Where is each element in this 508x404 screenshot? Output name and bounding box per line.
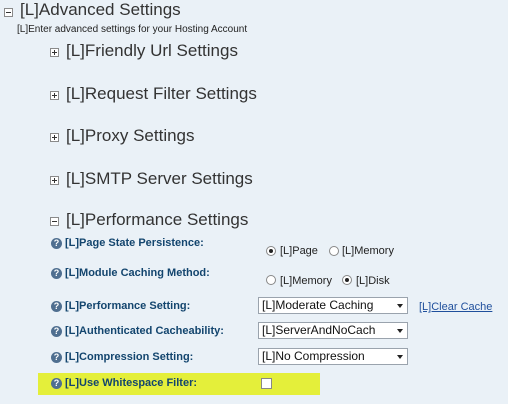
help-icon[interactable]: ? (51, 301, 62, 312)
authenticated-cacheability-select[interactable]: [L]ServerAndNoCach (258, 322, 408, 339)
advanced-settings-subtitle: [L]Enter advanced settings for your Host… (17, 24, 248, 35)
module-caching-disk-label[interactable]: [L]Disk (356, 275, 390, 287)
clear-cache-link[interactable]: [L]Clear Cache (419, 301, 492, 313)
performance-collapse-icon[interactable] (50, 217, 59, 226)
page-state-label: [L]Page State Persistence: (65, 237, 204, 249)
performance-setting-label: [L]Performance Setting: (65, 300, 191, 312)
compression-value: [L]No Compression (262, 349, 365, 363)
whitespace-filter-checkbox[interactable] (261, 378, 272, 389)
module-caching-memory-label[interactable]: [L]Memory (280, 275, 332, 287)
whitespace-filter-label: [L]Use Whitespace Filter: (65, 377, 198, 389)
proxy-expand-icon[interactable] (50, 133, 59, 142)
request-filter-expand-icon[interactable] (50, 91, 59, 100)
page-state-memory-label[interactable]: [L]Memory (342, 245, 394, 257)
help-icon[interactable]: ? (51, 326, 62, 337)
module-caching-label: [L]Module Caching Method: (65, 267, 210, 279)
help-icon[interactable]: ? (51, 378, 62, 389)
page-state-page-radio[interactable] (266, 246, 276, 256)
section-smtp[interactable]: [L]SMTP Server Settings (66, 169, 253, 189)
section-proxy[interactable]: [L]Proxy Settings (66, 126, 195, 146)
friendly-url-expand-icon[interactable] (50, 48, 59, 57)
section-performance[interactable]: [L]Performance Settings (66, 210, 248, 230)
compression-select[interactable]: [L]No Compression (258, 348, 408, 365)
page-state-page-label[interactable]: [L]Page (280, 245, 318, 257)
compression-label: [L]Compression Setting: (65, 351, 194, 363)
advanced-settings-title: [L]Advanced Settings (20, 0, 181, 19)
help-icon[interactable]: ? (51, 238, 62, 249)
section-request-filter[interactable]: [L]Request Filter Settings (66, 84, 257, 104)
authenticated-cacheability-value: [L]ServerAndNoCach (262, 323, 376, 337)
advanced-collapse-icon[interactable] (4, 8, 13, 17)
section-friendly-url[interactable]: [L]Friendly Url Settings (66, 41, 238, 61)
help-icon[interactable]: ? (51, 268, 62, 279)
module-caching-disk-radio[interactable] (342, 275, 352, 285)
smtp-expand-icon[interactable] (50, 176, 59, 185)
chevron-down-icon (397, 329, 403, 333)
help-icon[interactable]: ? (51, 352, 62, 363)
performance-setting-value: [L]Moderate Caching (262, 298, 374, 312)
page-state-memory-radio[interactable] (329, 246, 339, 256)
authenticated-cacheability-label: [L]Authenticated Cacheability: (65, 325, 224, 337)
chevron-down-icon (397, 355, 403, 359)
performance-setting-select[interactable]: [L]Moderate Caching (258, 297, 408, 314)
chevron-down-icon (397, 304, 403, 308)
module-caching-memory-radio[interactable] (266, 275, 276, 285)
